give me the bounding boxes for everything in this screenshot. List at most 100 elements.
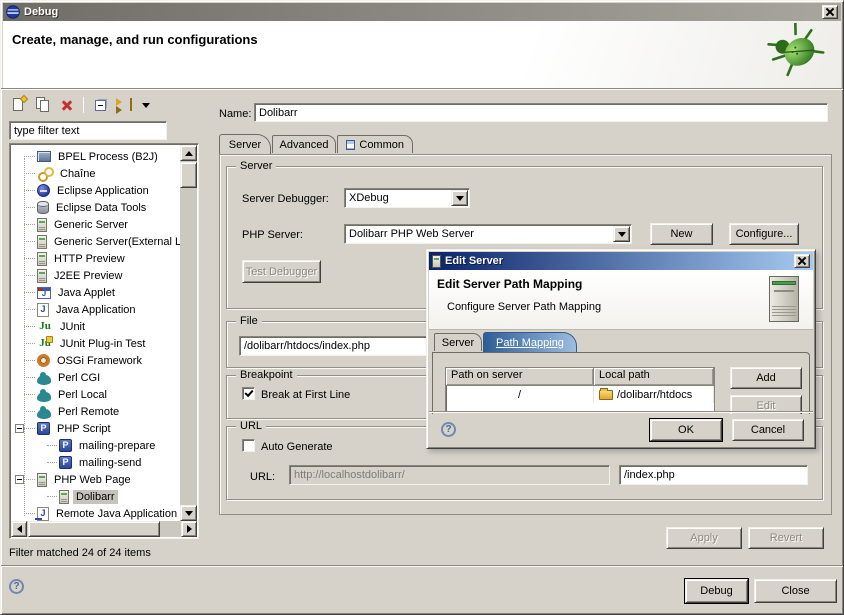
collapse-expander-icon[interactable]	[15, 424, 24, 433]
vertical-scroll-thumb[interactable]	[180, 162, 197, 188]
collapse-all-icon	[95, 100, 106, 111]
name-input[interactable]	[254, 103, 828, 122]
tree-vertical-scrollbar[interactable]	[180, 145, 197, 521]
banner-separator	[1, 88, 843, 90]
tree-item-remote-java-application[interactable]: JRemote Java Application	[11, 505, 180, 521]
delete-configuration-button[interactable]	[57, 95, 77, 115]
server-icon	[432, 255, 441, 268]
path-mapping-table: Path on server Local path / /dolibarr/ht…	[445, 367, 715, 413]
server-group-label: Server	[236, 160, 276, 172]
tab-label: Server	[442, 337, 474, 349]
arrow-left-icon	[17, 525, 22, 533]
bpel-icon	[37, 151, 51, 162]
tree-item-mailing-prepare[interactable]: Pmailing-prepare	[11, 437, 180, 454]
tree-item-label: Eclipse Application	[54, 184, 152, 198]
tree-item-bpel-process-b2j[interactable]: BPEL Process (B2J)	[11, 148, 180, 165]
tree-item-label: Generic Server(External La	[51, 235, 180, 249]
new-server-button[interactable]: New	[650, 223, 713, 245]
php-server-select[interactable]: Dolibarr PHP Web Server	[344, 224, 632, 244]
auto-generate-checkbox[interactable]	[242, 439, 255, 452]
tree-item-perl-remote[interactable]: Perl Remote	[11, 403, 180, 420]
tree-horizontal-scrollbar[interactable]	[11, 521, 197, 537]
tree-item-eclipse-application[interactable]: Eclipse Application	[11, 182, 180, 199]
tree-item-dolibarr[interactable]: Dolibarr	[11, 488, 180, 505]
column-path-on-server[interactable]: Path on server	[446, 368, 594, 386]
test-debugger-button[interactable]: Test Debugger	[242, 260, 321, 283]
add-mapping-button[interactable]: Add	[730, 367, 802, 389]
tree-item-osgi-framework[interactable]: OSGi Framework	[11, 352, 180, 369]
server-debugger-label: Server Debugger:	[242, 193, 329, 205]
delete-icon	[61, 99, 73, 111]
main-tabstrip: Server Advanced Common	[219, 134, 832, 155]
collapse-expander-icon[interactable]	[15, 475, 24, 484]
filter-icon	[130, 98, 132, 111]
collapse-all-button[interactable]	[90, 95, 110, 115]
duplicate-configuration-button[interactable]	[33, 95, 53, 115]
scroll-right-button[interactable]	[181, 521, 197, 537]
tree-item-j2ee-preview[interactable]: J2EE Preview	[11, 267, 180, 284]
server-debugger-select[interactable]: XDebug	[344, 188, 470, 208]
tree-item-junit[interactable]: JuJUnit	[11, 318, 180, 335]
column-local-path[interactable]: Local path	[594, 368, 714, 386]
configure-server-button[interactable]: Configure...	[729, 223, 799, 245]
chevron-down-icon[interactable]	[613, 226, 630, 242]
tree-item-java-applet[interactable]: JJava Applet	[11, 284, 180, 301]
horizontal-scroll-thumb[interactable]	[28, 521, 160, 537]
table-row[interactable]: / /dolibarr/htdocs	[446, 386, 714, 403]
toolbar-menu-button[interactable]	[136, 95, 156, 115]
url-path-input[interactable]	[619, 465, 808, 485]
perl-icon	[37, 409, 51, 419]
scroll-left-button[interactable]	[11, 521, 27, 537]
debug-configurations-window: Debug Create, manage, and run configurat…	[0, 0, 844, 615]
tree-item-junit-plug-in-test[interactable]: JuJUnit Plug-in Test	[11, 335, 180, 352]
debug-button[interactable]: Debug	[685, 579, 748, 603]
java-icon: J	[37, 303, 49, 317]
tree-item-label: OSGi Framework	[54, 354, 145, 368]
new-configuration-button[interactable]	[9, 95, 29, 115]
window-title: Debug	[24, 6, 58, 18]
filter-input[interactable]	[9, 121, 167, 140]
scroll-down-button[interactable]	[180, 505, 197, 521]
tab-advanced[interactable]: Advanced	[272, 135, 336, 153]
filter-launch-configurations-button[interactable]	[114, 95, 134, 115]
tree-item-mailing-send[interactable]: Pmailing-send	[11, 454, 180, 471]
tree-item-php-script[interactable]: PPHP Script	[11, 420, 180, 437]
tab-label: Common	[359, 139, 404, 151]
chevron-down-icon[interactable]	[451, 190, 468, 206]
banner-title: Create, manage, and run configurations	[12, 32, 258, 47]
revert-button[interactable]: Revert	[748, 527, 824, 549]
eclipse-icon	[37, 184, 50, 197]
tree-item-generic-server[interactable]: Generic Server	[11, 216, 180, 233]
filter-icon	[116, 106, 122, 114]
tree-item-php-web-page[interactable]: PHP Web Page	[11, 471, 180, 488]
edit-server-close-button[interactable]	[794, 254, 810, 268]
phpweb-icon	[37, 473, 47, 487]
cancel-button[interactable]: Cancel	[732, 419, 804, 441]
tree-item-http-preview[interactable]: HTTP Preview	[11, 250, 180, 267]
tree-item-eclipse-data-tools[interactable]: Eclipse Data Tools	[11, 199, 180, 216]
ok-button[interactable]: OK	[650, 419, 722, 441]
tab-common[interactable]: Common	[337, 135, 413, 153]
close-button[interactable]: Close	[754, 579, 837, 603]
window-close-button[interactable]	[822, 5, 838, 19]
footer-separator	[1, 565, 843, 567]
break-at-first-line-checkbox[interactable]	[242, 387, 255, 400]
help-icon[interactable]: ?	[441, 422, 456, 437]
tree-item-generic-server-external-la[interactable]: Generic Server(External La	[11, 233, 180, 250]
url-label: URL:	[250, 471, 275, 483]
help-icon[interactable]: ?	[9, 579, 24, 594]
tree-item-label: Perl CGI	[55, 371, 103, 385]
tree-item-label: Eclipse Data Tools	[53, 201, 149, 215]
tree-item-perl-cgi[interactable]: Perl CGI	[11, 369, 180, 386]
tab-server-settings[interactable]: Server	[434, 333, 482, 351]
tree-item-java-application[interactable]: JJava Application	[11, 301, 180, 318]
apply-button[interactable]: Apply	[666, 527, 742, 549]
tree-item-perl-local[interactable]: Perl Local	[11, 386, 180, 403]
server-icon	[37, 252, 47, 266]
tree-item-cha-ne[interactable]: Chaîne	[11, 165, 180, 182]
scroll-up-button[interactable]	[180, 145, 197, 161]
tab-label: Path Mapping	[496, 337, 564, 349]
tab-path-mapping[interactable]: Path Mapping	[483, 332, 577, 352]
tab-server[interactable]: Server	[219, 134, 271, 154]
phpweb-icon	[59, 490, 69, 504]
